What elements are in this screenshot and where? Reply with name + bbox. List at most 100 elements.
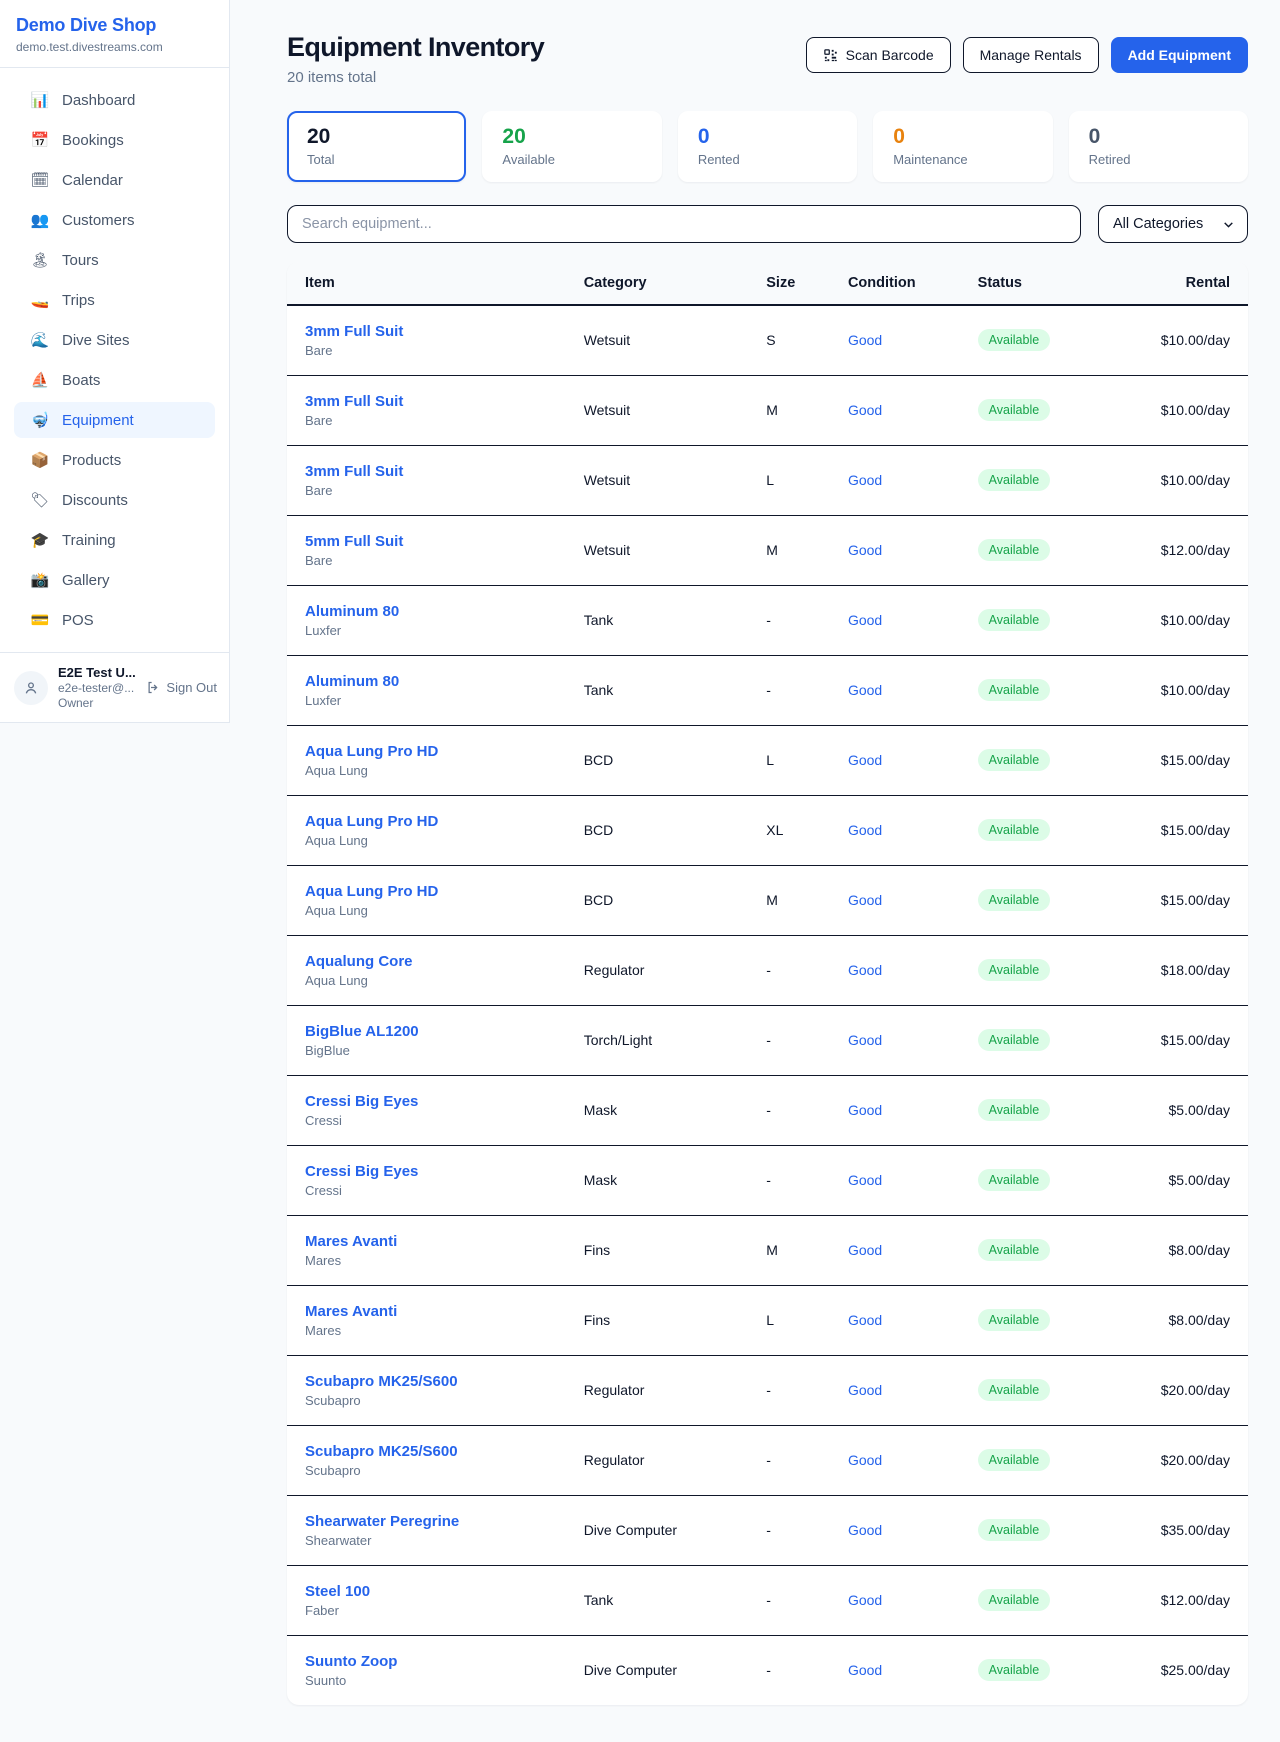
stat-card-retired[interactable]: 0Retired (1069, 111, 1248, 182)
category-select[interactable]: All Categories (1098, 205, 1248, 243)
package-icon: 📦 (30, 451, 50, 469)
sidebar-item-label: Dashboard (62, 92, 135, 109)
table-row: Aqua Lung Pro HDAqua LungBCDLGoodAvailab… (287, 725, 1248, 795)
sidebar-item-customers[interactable]: 👥Customers (14, 202, 215, 238)
sidebar-item-dashboard[interactable]: 📊Dashboard (14, 82, 215, 118)
item-size: L (748, 725, 830, 795)
brand-block: Demo Dive Shop demo.test.divestreams.com (0, 0, 229, 68)
item-name-link[interactable]: 3mm Full Suit (305, 393, 403, 410)
sidebar-item-label: Customers (62, 212, 135, 229)
sidebar-item-equipment[interactable]: 🤿Equipment (14, 402, 215, 438)
spiral-calendar-icon: 🗓 (30, 171, 50, 189)
condition-link[interactable]: Good (848, 1592, 882, 1608)
item-rental-rate: $20.00/day (1094, 1355, 1248, 1425)
item-size: M (748, 865, 830, 935)
item-name-link[interactable]: 5mm Full Suit (305, 533, 403, 550)
condition-link[interactable]: Good (848, 1522, 882, 1538)
stat-label: Available (502, 152, 641, 167)
condition-link[interactable]: Good (848, 682, 882, 698)
speedboat-icon: 🚤 (30, 291, 50, 309)
table-row: Aqua Lung Pro HDAqua LungBCDXLGoodAvaila… (287, 795, 1248, 865)
condition-link[interactable]: Good (848, 1452, 882, 1468)
item-category: Regulator (566, 935, 749, 1005)
condition-link[interactable]: Good (848, 1242, 882, 1258)
table-row: Aqua Lung Pro HDAqua LungBCDMGoodAvailab… (287, 865, 1248, 935)
page-title: Equipment Inventory (287, 32, 544, 63)
item-name-link[interactable]: Steel 100 (305, 1583, 370, 1600)
condition-link[interactable]: Good (848, 1172, 882, 1188)
condition-link[interactable]: Good (848, 822, 882, 838)
condition-link[interactable]: Good (848, 962, 882, 978)
search-input[interactable] (287, 205, 1081, 243)
sidebar-item-trips[interactable]: 🚤Trips (14, 282, 215, 318)
item-name-link[interactable]: Scubapro MK25/S600 (305, 1373, 458, 1390)
condition-link[interactable]: Good (848, 752, 882, 768)
item-name-link[interactable]: Aluminum 80 (305, 673, 399, 690)
item-rental-rate: $12.00/day (1094, 1565, 1248, 1635)
condition-link[interactable]: Good (848, 612, 882, 628)
item-rental-rate: $10.00/day (1094, 445, 1248, 515)
item-name-link[interactable]: Aqualung Core (305, 953, 413, 970)
scan-barcode-button[interactable]: Scan Barcode (806, 37, 951, 73)
condition-link[interactable]: Good (848, 472, 882, 488)
item-name-link[interactable]: Cressi Big Eyes (305, 1093, 418, 1110)
condition-link[interactable]: Good (848, 1662, 882, 1678)
condition-link[interactable]: Good (848, 332, 882, 348)
item-category: BCD (566, 725, 749, 795)
item-size: - (748, 1355, 830, 1425)
table-row: Aluminum 80LuxferTank-GoodAvailable$10.0… (287, 655, 1248, 725)
item-name-link[interactable]: Mares Avanti (305, 1303, 397, 1320)
sidebar-item-bookings[interactable]: 📅Bookings (14, 122, 215, 158)
sidebar-item-training[interactable]: 🎓Training (14, 522, 215, 558)
sidebar-item-products[interactable]: 📦Products (14, 442, 215, 478)
condition-link[interactable]: Good (848, 1312, 882, 1328)
sign-out-button[interactable]: Sign Out (146, 680, 217, 695)
item-brand: Suunto (305, 1673, 548, 1688)
item-name-link[interactable]: Shearwater Peregrine (305, 1513, 459, 1530)
item-name-link[interactable]: Aqua Lung Pro HD (305, 743, 438, 760)
item-name-link[interactable]: BigBlue AL1200 (305, 1023, 419, 1040)
item-size: - (748, 1425, 830, 1495)
stat-card-rented[interactable]: 0Rented (678, 111, 857, 182)
item-brand: Bare (305, 343, 548, 358)
stat-card-available[interactable]: 20Available (482, 111, 661, 182)
sidebar-item-tours[interactable]: 🏝Tours (14, 242, 215, 278)
item-name-link[interactable]: Aqua Lung Pro HD (305, 813, 438, 830)
item-name-link[interactable]: Aqua Lung Pro HD (305, 883, 438, 900)
item-name-link[interactable]: Mares Avanti (305, 1233, 397, 1250)
item-name-link[interactable]: Suunto Zoop (305, 1653, 397, 1670)
item-size: - (748, 1145, 830, 1215)
item-name-link[interactable]: Cressi Big Eyes (305, 1163, 418, 1180)
manage-rentals-button[interactable]: Manage Rentals (963, 37, 1099, 73)
item-name-link[interactable]: Aluminum 80 (305, 603, 399, 620)
item-name-link[interactable]: Scubapro MK25/S600 (305, 1443, 458, 1460)
sidebar-item-boats[interactable]: ⛵Boats (14, 362, 215, 398)
sidebar-item-discounts[interactable]: 🏷Discounts (14, 482, 215, 518)
condition-link[interactable]: Good (848, 542, 882, 558)
sidebar-item-gallery[interactable]: 📸Gallery (14, 562, 215, 598)
condition-link[interactable]: Good (848, 892, 882, 908)
add-equipment-button[interactable]: Add Equipment (1111, 37, 1248, 73)
item-category: Tank (566, 655, 749, 725)
sidebar-item-dive-sites[interactable]: 🌊Dive Sites (14, 322, 215, 358)
item-name-link[interactable]: 3mm Full Suit (305, 323, 403, 340)
item-rental-rate: $15.00/day (1094, 1005, 1248, 1075)
stat-value: 0 (893, 125, 1032, 149)
sidebar-item-calendar[interactable]: 🗓Calendar (14, 162, 215, 198)
sidebar-item-label: POS (62, 612, 94, 629)
condition-link[interactable]: Good (848, 1102, 882, 1118)
condition-link[interactable]: Good (848, 1032, 882, 1048)
item-category: Wetsuit (566, 305, 749, 375)
sidebar-item-pos[interactable]: 💳POS (14, 602, 215, 638)
user-email: e2e-tester@... (58, 681, 136, 695)
item-category: Wetsuit (566, 445, 749, 515)
item-name-link[interactable]: 3mm Full Suit (305, 463, 403, 480)
condition-link[interactable]: Good (848, 402, 882, 418)
barcode-icon (823, 48, 838, 63)
condition-link[interactable]: Good (848, 1382, 882, 1398)
item-category: Wetsuit (566, 375, 749, 445)
table-row: Scubapro MK25/S600ScubaproRegulator-Good… (287, 1355, 1248, 1425)
stat-card-maintenance[interactable]: 0Maintenance (873, 111, 1052, 182)
stat-value: 0 (1089, 125, 1228, 149)
stat-card-total[interactable]: 20Total (287, 111, 466, 182)
